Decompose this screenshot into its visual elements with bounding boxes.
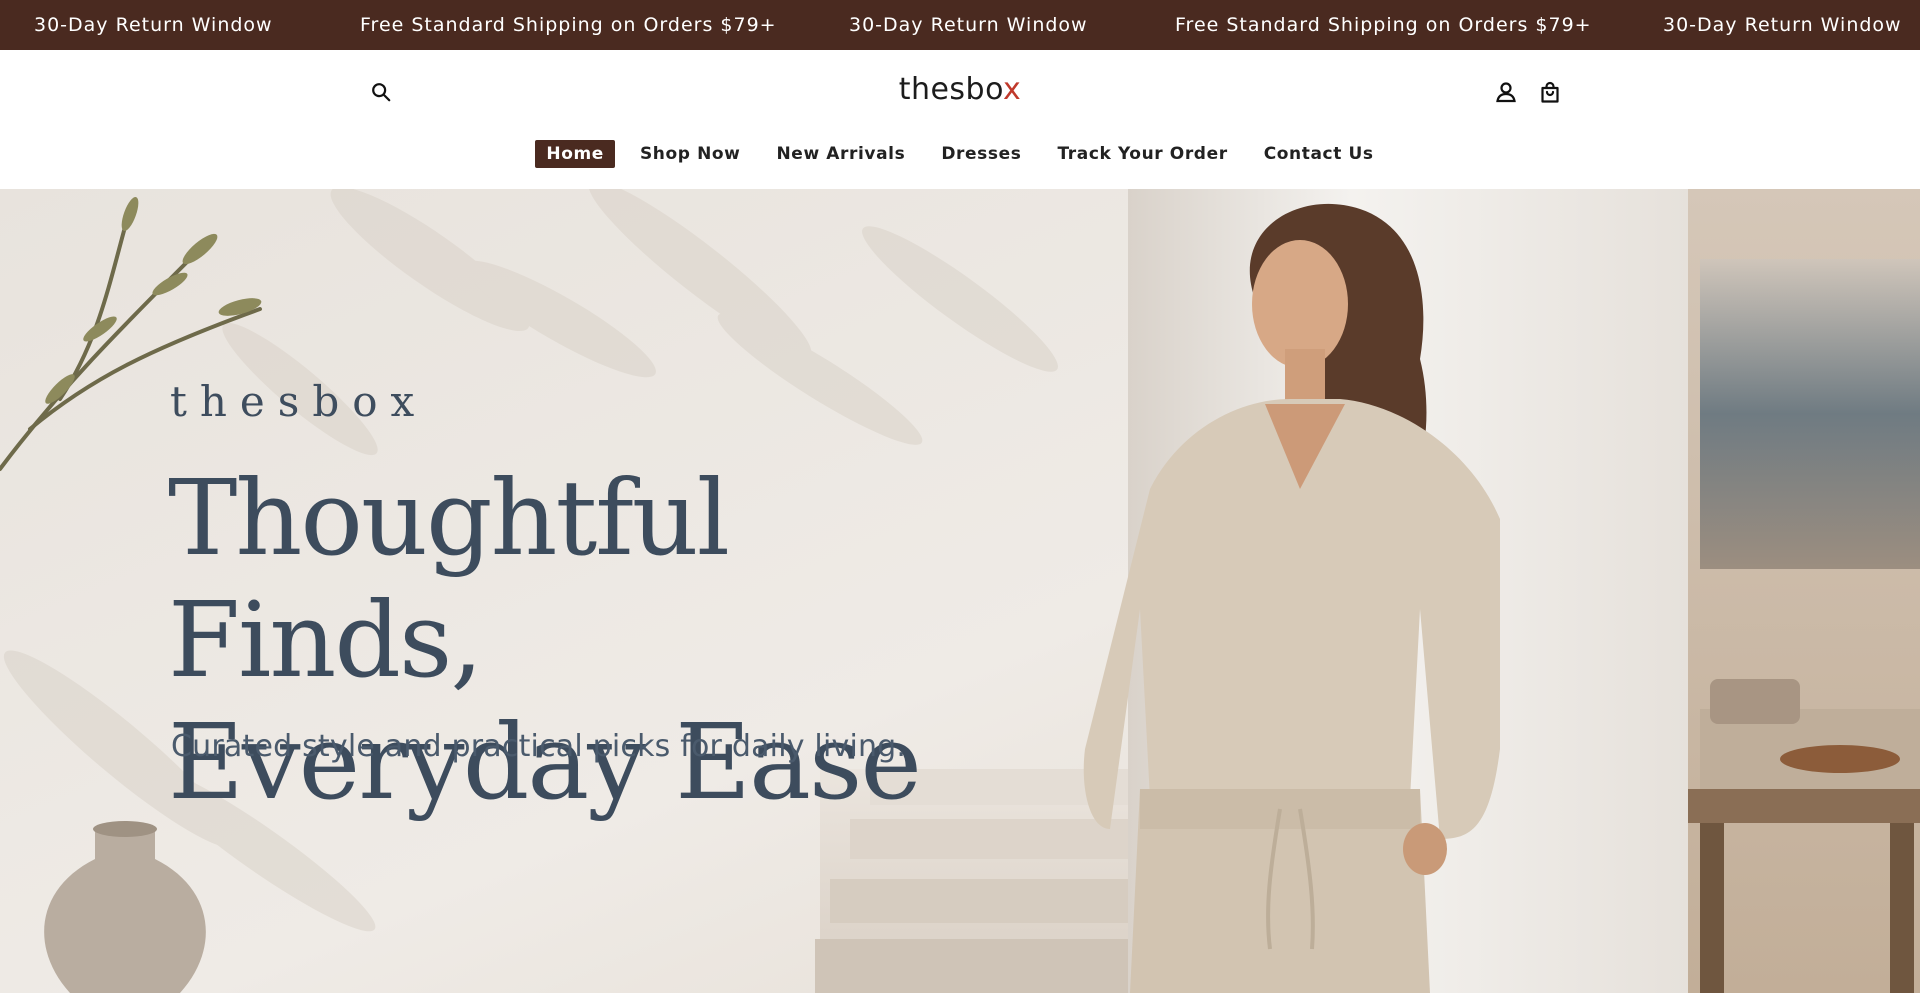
- hero-brand: thesbox: [170, 377, 428, 426]
- hero-subtitle: Curated style and practical picks for da…: [171, 729, 907, 764]
- account-icon[interactable]: [1489, 75, 1523, 109]
- site-logo[interactable]: thesbox: [0, 72, 1920, 107]
- announcement-bar: 30-Day Return Window Free Standard Shipp…: [0, 0, 1920, 50]
- nav-item-new-arrivals[interactable]: New Arrivals: [765, 140, 916, 168]
- shopping-bag-icon[interactable]: [1533, 75, 1567, 109]
- announcement-item: 30-Day Return Window: [849, 14, 1088, 36]
- site-header: thesbox Home Shop Now New Arrivals Dress…: [0, 50, 1920, 189]
- hero-title: Thoughtful Finds, Everyday Ease: [168, 457, 1068, 823]
- announcement-item: 30-Day Return Window: [1663, 14, 1902, 36]
- nav-item-dresses[interactable]: Dresses: [930, 140, 1032, 168]
- hero-title-line: Thoughtful Finds,: [168, 457, 730, 701]
- announcement-item: Free Standard Shipping on Orders $79+: [360, 14, 777, 36]
- hero-banner[interactable]: thesbox Thoughtful Finds, Everyday Ease …: [0, 189, 1920, 993]
- announcement-item: 30-Day Return Window: [34, 14, 273, 36]
- main-nav: Home Shop Now New Arrivals Dresses Track…: [0, 140, 1920, 170]
- logo-accent: x: [1003, 72, 1022, 107]
- announcement-item: Free Standard Shipping on Orders $79+: [1175, 14, 1592, 36]
- nav-item-home[interactable]: Home: [535, 140, 615, 168]
- nav-item-track-order[interactable]: Track Your Order: [1046, 140, 1238, 168]
- logo-text: thesbo: [898, 72, 1004, 107]
- nav-item-contact-us[interactable]: Contact Us: [1253, 140, 1385, 168]
- nav-item-shop-now[interactable]: Shop Now: [629, 140, 752, 168]
